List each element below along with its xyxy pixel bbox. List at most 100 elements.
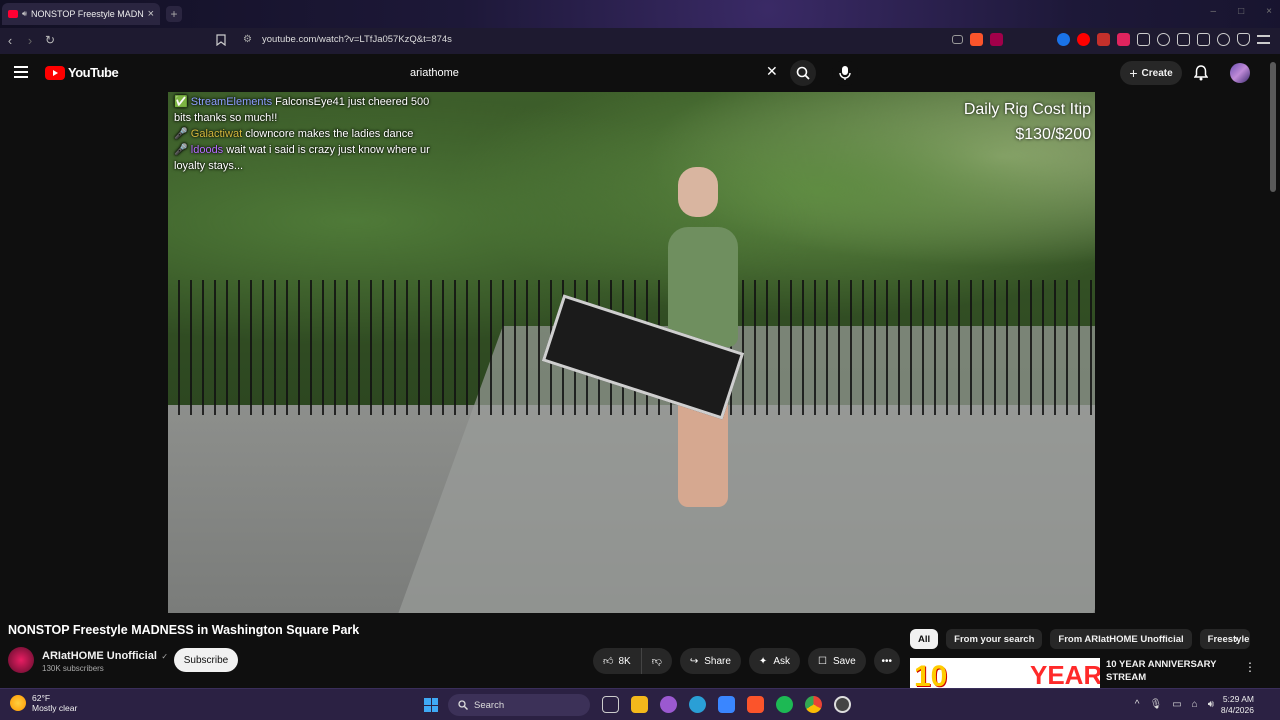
channel-info: ARIatHOME Unofficial ✓ 130K subscribers xyxy=(8,646,168,673)
youtube-play-icon xyxy=(45,65,65,80)
thumb-text-number: 10 xyxy=(914,660,948,688)
new-tab-button[interactable]: + xyxy=(166,6,182,22)
app-purple-icon[interactable] xyxy=(660,696,677,713)
chat-message: ✅ StreamElements FalconsEye41 just cheer… xyxy=(174,96,430,124)
taskbar-search[interactable]: Search xyxy=(448,694,590,716)
chrome-icon[interactable] xyxy=(805,696,822,713)
brave-rewards-icon[interactable] xyxy=(990,33,1003,46)
brave-icon[interactable] xyxy=(747,696,764,713)
chip-freestyle[interactable]: Freestyle xyxy=(1199,629,1250,649)
extension-red-icon[interactable] xyxy=(1097,33,1110,46)
microphone-tray-icon[interactable]: 🎙︎ xyxy=(1149,699,1162,710)
page-scrollbar[interactable] xyxy=(1270,62,1276,192)
dislike-button[interactable]: 👎︎ xyxy=(642,655,672,667)
search-icon xyxy=(796,66,810,80)
wallet-icon[interactable] xyxy=(1197,33,1210,46)
extensions-bar xyxy=(952,33,1270,46)
rig-cost-overlay: Daily Rig Cost Itip $130/$200 xyxy=(963,101,1091,143)
thumbs-down-icon: 👎︎ xyxy=(651,656,662,667)
search-button[interactable] xyxy=(790,60,816,86)
weather-condition: Mostly clear xyxy=(32,703,78,713)
ask-button[interactable]: ✦ Ask xyxy=(748,648,800,674)
hamburger-menu-icon[interactable] xyxy=(14,66,28,81)
chevron-right-icon[interactable]: › xyxy=(1234,632,1238,646)
save-button[interactable]: ☐ Save xyxy=(807,648,866,674)
browser-tab[interactable]: 🔊︎ NONSTOP Freestyle MADNESS × xyxy=(2,3,160,25)
screen-cast-icon[interactable] xyxy=(952,35,963,44)
display-icon[interactable]: ▭ xyxy=(1172,699,1181,710)
weather-moon-icon xyxy=(10,695,26,711)
like-dislike-group: 👍︎ 8K 👎︎ xyxy=(593,648,672,674)
system-clock[interactable]: 5:29 AM 8/4/2026 xyxy=(1221,694,1254,716)
close-tab-icon[interactable]: × xyxy=(148,8,154,20)
extension-red2-icon[interactable] xyxy=(1117,33,1130,46)
chip-from-channel[interactable]: From ARIatHOME Unofficial xyxy=(1050,629,1192,649)
forward-icon[interactable]: › xyxy=(20,33,40,48)
save-playlist-icon: ☐ xyxy=(817,655,827,667)
leo-ai-icon[interactable] xyxy=(1217,33,1230,46)
search-box[interactable]: ariathome ✕ xyxy=(400,60,786,86)
extensions-puzzle-icon[interactable] xyxy=(1137,33,1150,46)
channel-name[interactable]: ARIatHOME Unofficial xyxy=(42,650,157,662)
channel-avatar[interactable] xyxy=(8,646,34,673)
recommendation-title[interactable]: 10 YEAR ANNIVERSARY STREAM xyxy=(1106,658,1226,684)
plus-icon: + xyxy=(1129,65,1138,81)
temperature: 62°F xyxy=(32,693,51,703)
like-button[interactable]: 👍︎ 8K xyxy=(593,648,642,674)
back-icon[interactable]: ‹ xyxy=(0,33,20,48)
subscriber-count: 130K subscribers xyxy=(42,664,104,673)
reload-icon[interactable]: ↻ xyxy=(40,33,60,47)
more-horizontal-icon: ••• xyxy=(881,655,892,667)
notifications-bell-icon[interactable] xyxy=(1193,65,1209,86)
close-window-icon[interactable]: × xyxy=(1266,6,1272,17)
url-field[interactable]: youtube.com/watch?v=LTfJa057KzQ&t=874s xyxy=(262,34,452,45)
sidebar-icon[interactable] xyxy=(1177,33,1190,46)
more-vertical-icon[interactable]: ⋮ xyxy=(1244,660,1256,674)
chat-message: 🎤 ldoods wait wat i said is crazy just k… xyxy=(174,144,430,172)
search-input[interactable]: ariathome xyxy=(410,67,459,79)
chevron-up-icon[interactable]: ^ xyxy=(1135,699,1140,710)
maximize-icon[interactable]: □ xyxy=(1238,6,1244,17)
network-icon[interactable]: ⌂ xyxy=(1192,699,1198,710)
minimize-icon[interactable]: – xyxy=(1211,6,1217,17)
subscribe-button[interactable]: Subscribe xyxy=(174,648,238,672)
bookmark-icon[interactable] xyxy=(216,33,226,51)
share-button[interactable]: ↪ Share xyxy=(679,648,741,674)
edge-icon[interactable] xyxy=(689,696,706,713)
recommendation-thumbnail[interactable]: 10 YEAR xyxy=(910,658,1100,688)
create-label: Create xyxy=(1141,67,1173,79)
spotify-icon[interactable] xyxy=(776,696,793,713)
system-tray: ^ 🎙︎ ▭ ⌂ 🔊︎ xyxy=(1135,699,1214,710)
obs-icon[interactable] xyxy=(834,696,851,713)
search-icon xyxy=(458,700,468,710)
site-info-icon[interactable]: ⚙︎ xyxy=(243,34,252,45)
account-avatar[interactable] xyxy=(1230,63,1250,83)
video-actions: 👍︎ 8K 👎︎ ↪ Share ✦ Ask ☐ Save ••• xyxy=(593,648,900,674)
store-icon[interactable] xyxy=(718,696,735,713)
youtube-extension-icon[interactable] xyxy=(1077,33,1090,46)
chip-from-search[interactable]: From your search xyxy=(946,629,1043,649)
like-count: 8K xyxy=(618,655,631,667)
weather-widget[interactable]: 62°F Mostly clear xyxy=(10,693,77,713)
audio-icon: 🔊︎ xyxy=(22,9,28,18)
windows-start-icon[interactable] xyxy=(424,698,438,712)
browser-menu-icon[interactable] xyxy=(1257,35,1270,44)
create-button[interactable]: + Create xyxy=(1120,61,1182,85)
stream-chat-overlay: ✅ StreamElements FalconsEye41 just cheer… xyxy=(174,94,444,174)
pinned-apps xyxy=(602,696,851,713)
media-icon[interactable] xyxy=(1157,33,1170,46)
task-view-icon[interactable] xyxy=(602,696,619,713)
more-actions-button[interactable]: ••• xyxy=(873,648,900,674)
verified-icon: ✓ xyxy=(161,652,169,661)
file-explorer-icon[interactable] xyxy=(631,696,648,713)
voice-search-button[interactable] xyxy=(832,60,858,86)
volume-icon[interactable]: 🔊︎ xyxy=(1208,699,1214,710)
thumbs-up-icon: 👍︎ xyxy=(603,656,614,667)
chip-all[interactable]: All xyxy=(910,629,939,649)
vpn-icon[interactable] xyxy=(1237,33,1250,46)
youtube-logo[interactable]: YouTube xyxy=(45,65,119,80)
video-player[interactable]: ✅ StreamElements FalconsEye41 just cheer… xyxy=(168,92,1095,613)
brave-shield-icon[interactable] xyxy=(970,33,983,46)
extension-blue-icon[interactable] xyxy=(1057,33,1070,46)
clear-search-icon[interactable]: ✕ xyxy=(766,63,778,80)
